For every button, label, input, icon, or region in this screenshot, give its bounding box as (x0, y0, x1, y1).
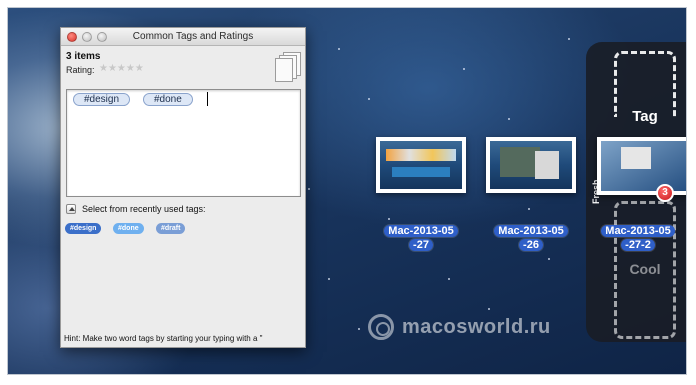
file-thumbnail[interactable] (376, 137, 466, 193)
file-name-line1: Mac-2013-05 (384, 225, 458, 237)
drag-count-badge: 3 (656, 184, 674, 202)
tag-token[interactable]: #done (143, 93, 193, 106)
file-name-line1: Mac-2013-05 (601, 225, 675, 237)
tags-ratings-window: Common Tags and Ratings 3 items Rating: … (60, 27, 306, 348)
file-label[interactable]: Mac-2013-05 -27-2 (590, 224, 686, 252)
file-label[interactable]: Mac-2013-05 -27 (373, 224, 469, 252)
file-name-line2: -26 (519, 239, 543, 251)
recent-tag-button[interactable]: #design (65, 223, 102, 234)
item-count: 3 items (66, 51, 101, 62)
disclosure-toggle-icon[interactable] (66, 204, 76, 214)
file-thumbnail[interactable] (486, 137, 576, 193)
hint-text: Hint: Make two word tags by starting you… (64, 334, 263, 343)
tag-drop-label: Tag (632, 108, 658, 125)
tag-token[interactable]: #design (73, 93, 131, 106)
dragged-file-thumbnail[interactable] (597, 137, 686, 195)
watermark: macosworld.ru (368, 312, 551, 342)
file-name-line1: Mac-2013-05 (494, 225, 568, 237)
file-label[interactable]: Mac-2013-05 -26 (483, 224, 579, 252)
recent-tags-label: Select from recently used tags: (82, 204, 206, 214)
desktop-background: Common Tags and Ratings 3 items Rating: … (8, 8, 686, 374)
documents-icon (275, 52, 301, 82)
rating-stars[interactable]: ★★★★★ (99, 63, 144, 74)
watermark-text: macosworld.ru (402, 315, 551, 338)
text-caret (207, 92, 208, 106)
recent-tag-button[interactable]: #draft (156, 223, 186, 234)
cool-drop-label: Cool (629, 261, 661, 277)
window-titlebar[interactable]: Common Tags and Ratings (61, 28, 305, 46)
window-title: Common Tags and Ratings (132, 31, 254, 42)
file-name-line2: -27-2 (621, 239, 655, 251)
watermark-logo-icon (368, 314, 394, 340)
file-name-line2: -27 (409, 239, 433, 251)
tag-entry-field[interactable]: #design #done (66, 89, 301, 197)
recent-tag-button[interactable]: #done (113, 223, 144, 234)
rating-label: Rating: (66, 65, 95, 75)
